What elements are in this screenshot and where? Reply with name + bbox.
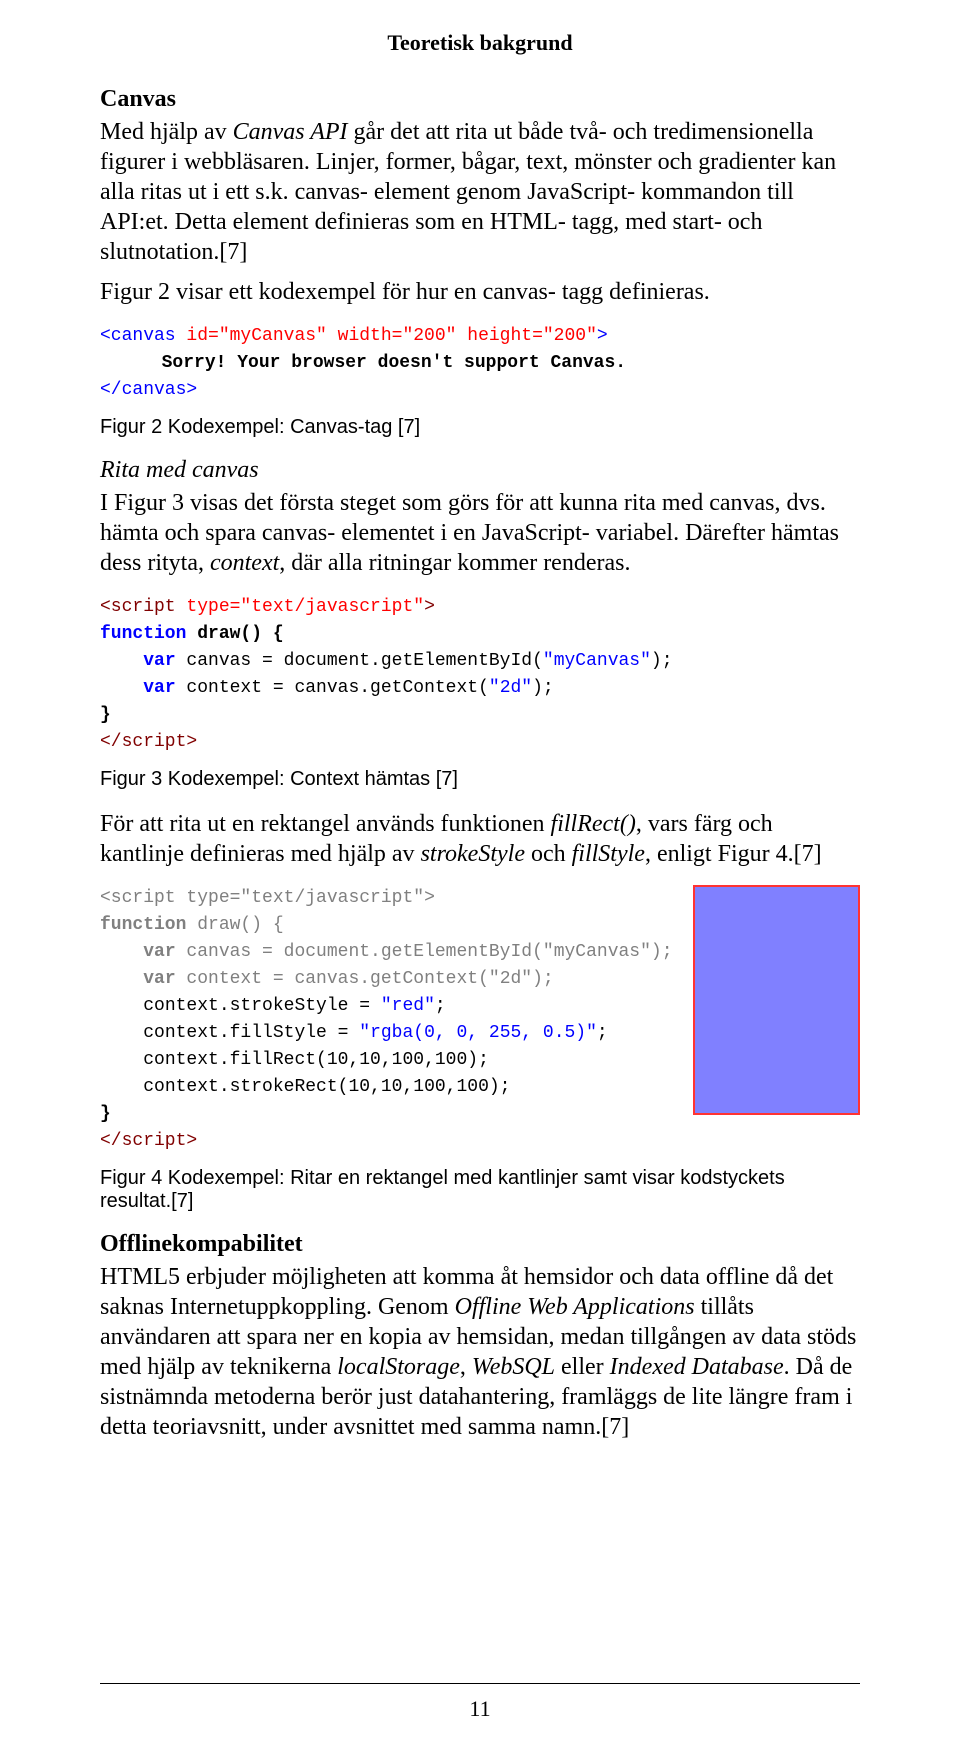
caption-fig2: Figur 2 Kodexempel: Canvas-tag [7] [100, 416, 860, 439]
italic-term-fillstyle: fillStyle [572, 841, 645, 867]
code-fig3: <script type="text/javascript"> function… [100, 588, 860, 760]
code-token: context = canvas.getContext( [176, 678, 489, 698]
code-token: context = canvas.getContext( [176, 969, 489, 989]
code-token: draw() { [186, 915, 283, 935]
text: Med hjälp av [100, 119, 233, 145]
code-token: <script [100, 888, 186, 908]
code-token: function [100, 915, 186, 935]
code-token: "rgba(0, 0, 255, 0.5)" [359, 1023, 597, 1043]
code-token: draw() { [186, 624, 283, 644]
code-token: <script [100, 597, 186, 617]
code-token: id="myCanvas" width="200" height="200" [186, 326, 596, 346]
code-token: "2d" [489, 969, 532, 989]
paragraph-canvas-intro: Med hjälp av Canvas API går det att rita… [100, 117, 860, 267]
code-token: var [143, 678, 175, 698]
code-token: function [100, 624, 186, 644]
running-head: Teoretisk bakgrund [100, 30, 860, 56]
code-fig2: <canvas id="myCanvas" width="200" height… [100, 317, 860, 408]
code-token: ); [651, 942, 673, 962]
italic-term-websql: WebSQL [472, 1354, 555, 1380]
italic-term-localstorage: localStorage [337, 1354, 460, 1380]
code-token: var [143, 942, 175, 962]
text: eller [555, 1354, 610, 1380]
italic-term-context: context [210, 550, 279, 576]
code-token: "myCanvas" [543, 651, 651, 671]
code-token: "red" [381, 996, 435, 1016]
code-token: context.strokeStyle = [143, 996, 381, 1016]
caption-fig3: Figur 3 Kodexempel: Context hämtas [7] [100, 768, 860, 791]
text: och [525, 841, 572, 867]
text: , [460, 1354, 472, 1380]
code-token: > [424, 597, 435, 617]
code-token: > [424, 888, 435, 908]
text: För att rita ut en rektangel används fun… [100, 811, 551, 837]
code-token: context.fillStyle = [143, 1023, 359, 1043]
italic-term-strokestyle: strokeStyle [421, 841, 525, 867]
paragraph-offline: HTML5 erbjuder möjligheten att komma åt … [100, 1262, 860, 1442]
paragraph-rita: I Figur 3 visas det första steget som gö… [100, 488, 860, 578]
document-page: Teoretisk bakgrund Canvas Med hjälp av C… [0, 0, 960, 1512]
code-token: </script> [100, 732, 197, 752]
page-number: 11 [0, 1696, 960, 1722]
italic-term-indexed-database: Indexed Database [610, 1354, 784, 1380]
heading-canvas: Canvas [100, 86, 860, 113]
text: , där alla ritningar kommer renderas. [279, 550, 630, 576]
code-token: type="text/javascript" [186, 597, 424, 617]
paragraph-fig2-lead: Figur 2 visar ett kodexempel för hur en … [100, 277, 860, 307]
code-token: </script> [100, 1131, 197, 1151]
code-token: ; [435, 996, 446, 1016]
code-token: var [143, 651, 175, 671]
code-token: } [100, 705, 111, 725]
footer-rule [100, 1683, 860, 1684]
code-token: var [143, 969, 175, 989]
canvas-result-swatch [693, 885, 860, 1115]
caption-fig4: Figur 4 Kodexempel: Ritar en rektangel m… [100, 1167, 860, 1213]
heading-offline: Offlinekompabilitet [100, 1231, 860, 1258]
code-token: context.strokeRect(10,10,100,100); [143, 1077, 510, 1097]
italic-term-fillrect: fillRect() [551, 811, 636, 837]
code-token: } [100, 1104, 111, 1124]
code-token: type="text/javascript" [186, 888, 424, 908]
code-token: "myCanvas" [543, 942, 651, 962]
italic-term-offline-web-apps: Offline Web Applications [455, 1294, 695, 1320]
subheading-rita: Rita med canvas [100, 457, 860, 484]
fig4-row: <script type="text/javascript"> function… [100, 879, 860, 1159]
code-token: > [597, 326, 608, 346]
code-token: "2d" [489, 678, 532, 698]
code-token: ; [597, 1023, 608, 1043]
code-token: ); [532, 969, 554, 989]
code-token: Sorry! Your browser doesn't support Canv… [122, 353, 626, 373]
code-token: ); [651, 651, 673, 671]
code-fig4: <script type="text/javascript"> function… [100, 879, 673, 1159]
code-token: ); [532, 678, 554, 698]
code-token: </canvas> [100, 380, 197, 400]
code-token: context.fillRect(10,10,100,100); [143, 1050, 489, 1070]
code-token: canvas = document.getElementById( [176, 651, 543, 671]
code-token: canvas = document.getElementById( [176, 942, 543, 962]
text: , enligt Figur 4.[7] [645, 841, 822, 867]
paragraph-fillrect: För att rita ut en rektangel används fun… [100, 809, 860, 869]
code-token: <canvas [100, 326, 186, 346]
italic-term-canvas-api: Canvas API [233, 119, 348, 145]
